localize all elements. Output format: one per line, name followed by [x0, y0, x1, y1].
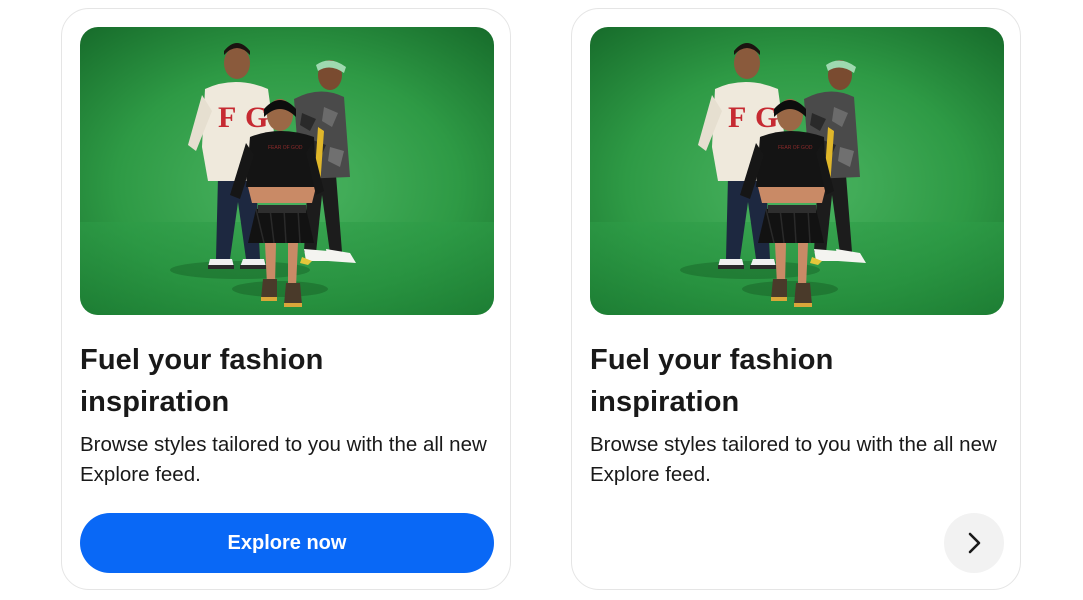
- fashion-models-image: [80, 27, 494, 315]
- card-title: Fuel your fashion inspiration: [80, 344, 324, 418]
- card-description: Browse styles tailored to you with the a…: [590, 433, 997, 486]
- card-description: Browse styles tailored to you with the a…: [80, 433, 487, 486]
- fashion-models-image: [590, 27, 1004, 315]
- explore-now-button[interactable]: Explore now: [80, 513, 494, 573]
- card-title: Fuel your fashion inspiration: [590, 344, 834, 418]
- hero-image: [80, 27, 494, 315]
- promo-card[interactable]: Fuel your fashion inspiration Browse sty…: [61, 8, 511, 590]
- hero-image: [590, 27, 1004, 315]
- next-button[interactable]: [944, 513, 1004, 573]
- chevron-right-icon: [968, 532, 981, 554]
- promo-card[interactable]: Fuel your fashion inspiration Browse sty…: [571, 8, 1021, 590]
